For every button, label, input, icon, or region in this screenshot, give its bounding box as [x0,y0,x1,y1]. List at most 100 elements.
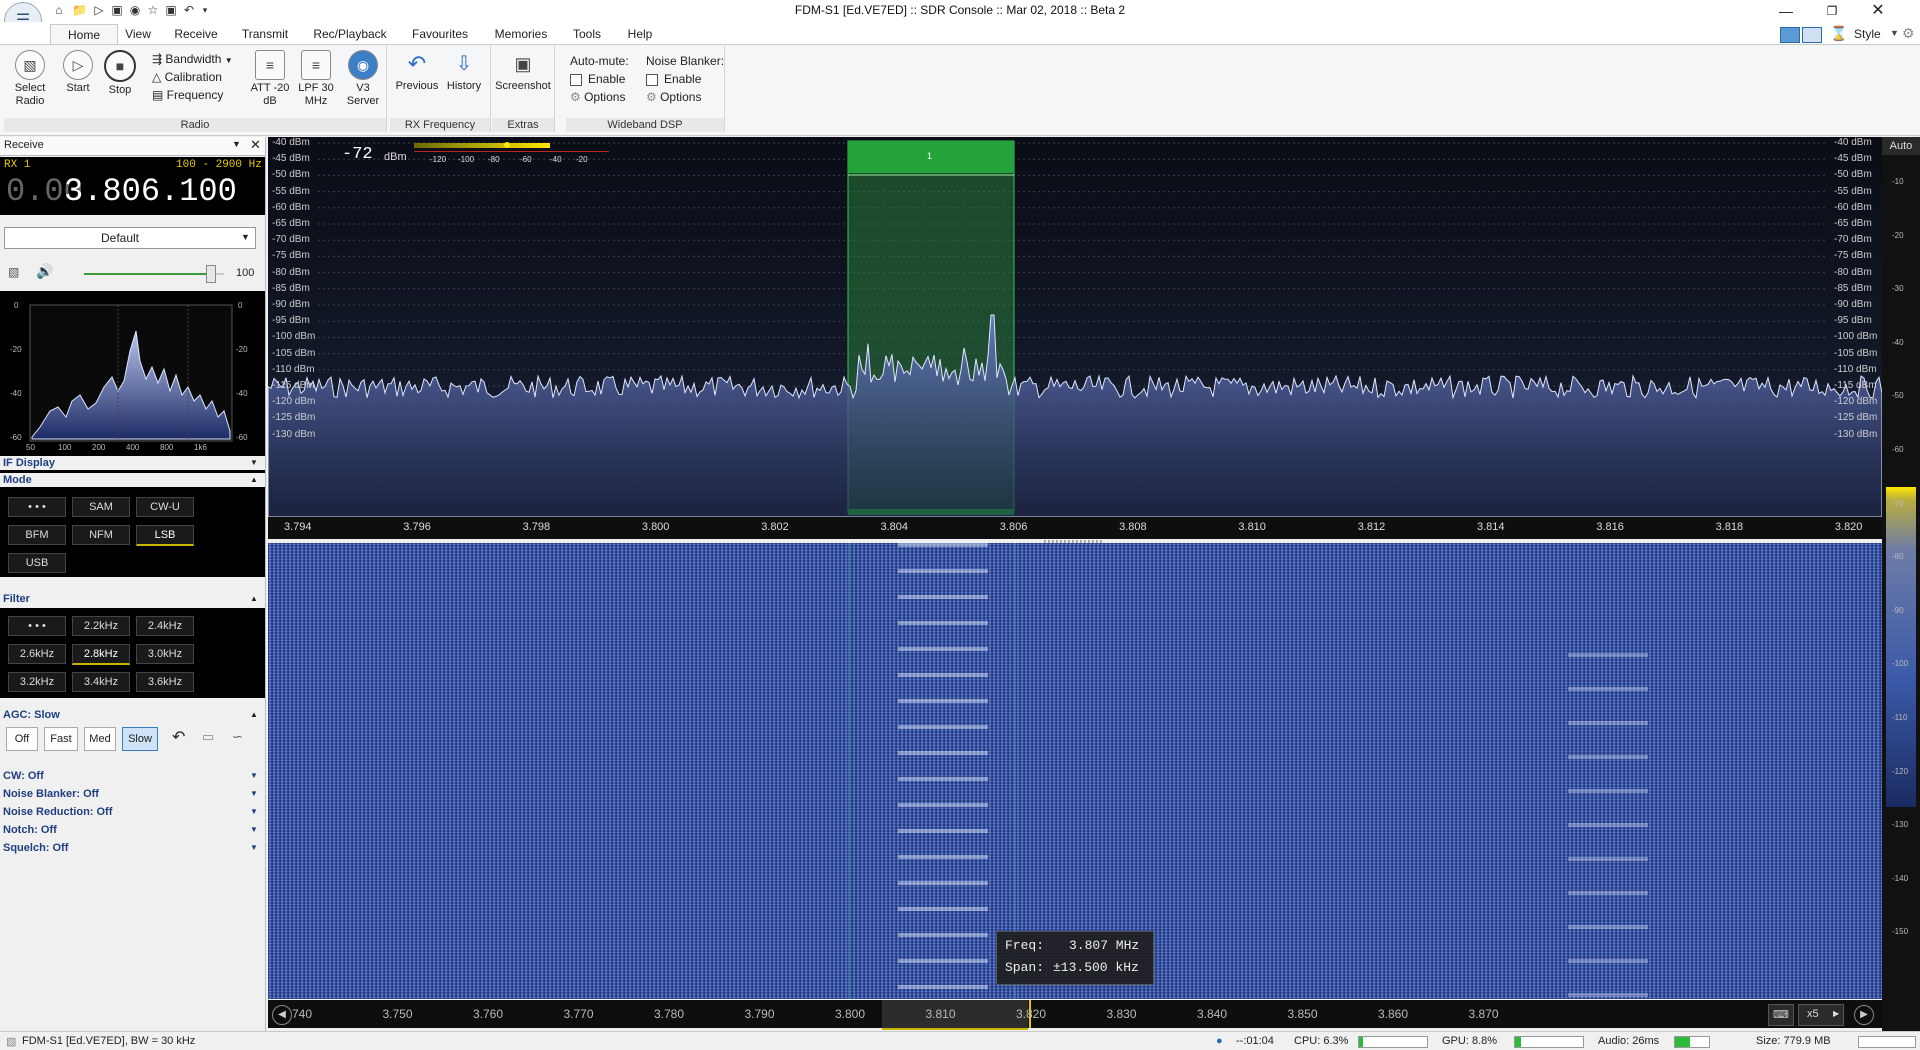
frequency-button[interactable]: ▤ Frequency [152,86,248,104]
band-overview-bar[interactable]: ◀ 740 3.750 3.760 3.770 3.780 3.790 3.800 3.810… [268,1000,1882,1030]
mode-sam-button[interactable]: SAM [72,497,130,517]
mode-more-button[interactable]: • • • [8,497,66,517]
noise-blanker-option[interactable]: Noise Blanker: Off ▼ [0,785,265,803]
home-icon[interactable]: ⌂ [52,3,66,17]
notch-option[interactable]: Notch: Off ▼ [0,821,265,839]
gear-icon[interactable]: ⚙ [1902,25,1915,42]
agc-fast-button[interactable]: Fast [44,727,78,751]
style-dropdown-icon[interactable]: ▼ [1890,28,1899,38]
panel-dropdown-icon[interactable]: ▼ [232,139,241,149]
filter-2-6-button[interactable]: 2.6kHz [8,644,66,664]
tab-transmit[interactable]: Transmit [228,24,302,44]
tab-favourites[interactable]: Favourites [398,24,482,44]
auto-scale-button[interactable]: Auto [1882,137,1920,155]
customize-dropdown-icon[interactable]: ▾ [198,3,212,17]
mode-cwu-button[interactable]: CW-U [136,497,194,517]
agc-med-button[interactable]: Med [84,727,116,751]
cw-option[interactable]: CW: Off ▼ [0,767,265,785]
monitor-icon[interactable] [1802,27,1822,43]
camera-icon[interactable]: ▣ [164,3,178,17]
globe-icon[interactable]: ◉ [128,3,142,17]
status-bar: ▧ FDM-S1 [Ed.VE7ED], BW = 30 kHz ● --:01… [0,1031,1920,1050]
waterfall-scale-bar[interactable]: Auto -10 -20 -30 -40 -50 -60 -70 -80 -90 -100 -110… [1882,137,1920,1032]
screenshot-button[interactable]: ▣ Screenshot [494,50,552,93]
hourglass-icon[interactable]: ⌛ [1830,25,1847,42]
auto-mute-options-button[interactable]: ⚙ Options [570,88,642,106]
meter-tick: -20 [576,155,588,164]
v3-server-button[interactable]: ◉ V3 Server [344,50,382,108]
play-icon[interactable]: ▷ [92,3,106,17]
calibration-button[interactable]: △ Calibration [152,68,248,86]
close-button[interactable]: ✕ [1855,0,1901,22]
tab-memories[interactable]: Memories [482,24,560,44]
color-scale-gradient[interactable] [1886,487,1916,807]
scroll-right-icon[interactable]: ▶ [1854,1005,1874,1025]
tab-rec-playback[interactable]: Rec/Playback [302,24,398,44]
tab-view[interactable]: View [112,24,164,44]
mode-section-header[interactable]: Mode ▲ [0,473,265,487]
squelch-option[interactable]: Squelch: Off ▼ [0,839,265,857]
bandwidth-button[interactable]: ⇶ Bandwidth ▼ [152,50,248,68]
frequency-display[interactable]: RX 1 100 - 2900 Hz 0.00 3.806.100 [0,157,265,215]
start-button[interactable]: ▷ Start [60,50,96,95]
frequency-axis-label: 3.812 [1357,521,1386,533]
layout-icon[interactable] [1780,27,1800,43]
previous-button[interactable]: ↶ Previous [394,50,440,93]
noise-blanker-option-label: Noise Blanker: Off [3,788,99,800]
noise-blanker-enable-checkbox[interactable]: Enable [646,70,722,88]
noise-reduction-option[interactable]: Noise Reduction: Off ▼ [0,803,265,821]
agc-section-header[interactable]: AGC: Slow ▲ [0,708,265,722]
tab-home[interactable]: Home [50,24,118,45]
tab-receive[interactable]: Receive [164,24,228,44]
undo-icon[interactable]: ↶ [172,727,185,747]
restore-button[interactable]: ❐ [1809,0,1855,22]
agc-label: AGC: Slow [3,709,60,721]
speaker-icon[interactable]: 🔊 [36,263,53,280]
noise-blanker-options-button[interactable]: ⚙ Options [646,88,722,106]
filter-2-8-button[interactable]: 2.8kHz [72,644,130,665]
filter-3-6-button[interactable]: 3.6kHz [136,672,194,692]
auto-mute-enable-checkbox[interactable]: Enable [570,70,642,88]
profile-select[interactable]: Default ▼ [4,227,256,249]
tab-help[interactable]: Help [614,24,666,44]
filter-3-0-button[interactable]: 3.0kHz [136,644,194,664]
volume-slider-thumb[interactable] [206,265,216,283]
filter-2-4-button[interactable]: 2.4kHz [136,616,194,636]
agc-off-button[interactable]: Off [6,727,38,751]
agc-slow-button[interactable]: Slow [122,727,158,751]
meter-icon[interactable]: ▧ [8,265,19,279]
filter-2-2-button[interactable]: 2.2kHz [72,616,130,636]
folder-icon[interactable]: 📁 [72,3,87,17]
keyboard-icon[interactable]: ⌨ [1768,1004,1794,1026]
frequency-axis-label: 3.810 [1238,521,1266,533]
history-button[interactable]: ⇩ History [442,50,486,93]
tab-tools[interactable]: Tools [560,24,614,44]
frequency-axis[interactable]: 3.794 3.796 3.798 3.800 3.802 3.804 3.806 3.808… [268,517,1882,539]
mode-usb-button[interactable]: USB [8,553,66,573]
graph-icon[interactable]: ∽ [232,729,243,745]
scroll-left-icon[interactable]: ◀ [272,1005,292,1025]
vfo-number: 1 [927,151,933,161]
filter-3-2-button[interactable]: 3.2kHz [8,672,66,692]
agc-settings-icon[interactable]: ▭ [202,729,214,745]
undo-icon[interactable]: ↶ [182,3,196,17]
filter-3-4-button[interactable]: 3.4kHz [72,672,130,692]
style-menu[interactable]: Style [1854,27,1881,41]
mode-bfm-button[interactable]: BFM [8,525,66,545]
volume-slider[interactable] [84,273,224,275]
if-display-section[interactable]: IF Display ▼ [0,456,265,470]
zoom-select[interactable]: x5 ▶ [1798,1004,1844,1026]
lpf-button[interactable]: ≡ LPF 30 MHz [296,50,336,108]
stop-button[interactable]: ■ Stop [102,50,138,97]
spectrum-display[interactable]: -72 dBm -120 -100 -80 -60 -40 -20 1 -40 … [268,137,1882,517]
select-radio-button[interactable]: ▧ Select Radio [8,50,52,108]
minimize-button[interactable]: — [1763,0,1809,22]
att-button[interactable]: ≡ ATT -20 dB [250,50,290,108]
filter-more-button[interactable]: • • • [8,616,66,636]
filter-section-header[interactable]: Filter ▲ [0,592,265,606]
stop-icon[interactable]: ▣ [110,3,124,17]
mode-nfm-button[interactable]: NFM [72,525,130,545]
mode-lsb-button[interactable]: LSB [136,525,194,546]
star-icon[interactable]: ☆ [146,3,160,17]
close-icon[interactable]: ✕ [250,137,261,153]
